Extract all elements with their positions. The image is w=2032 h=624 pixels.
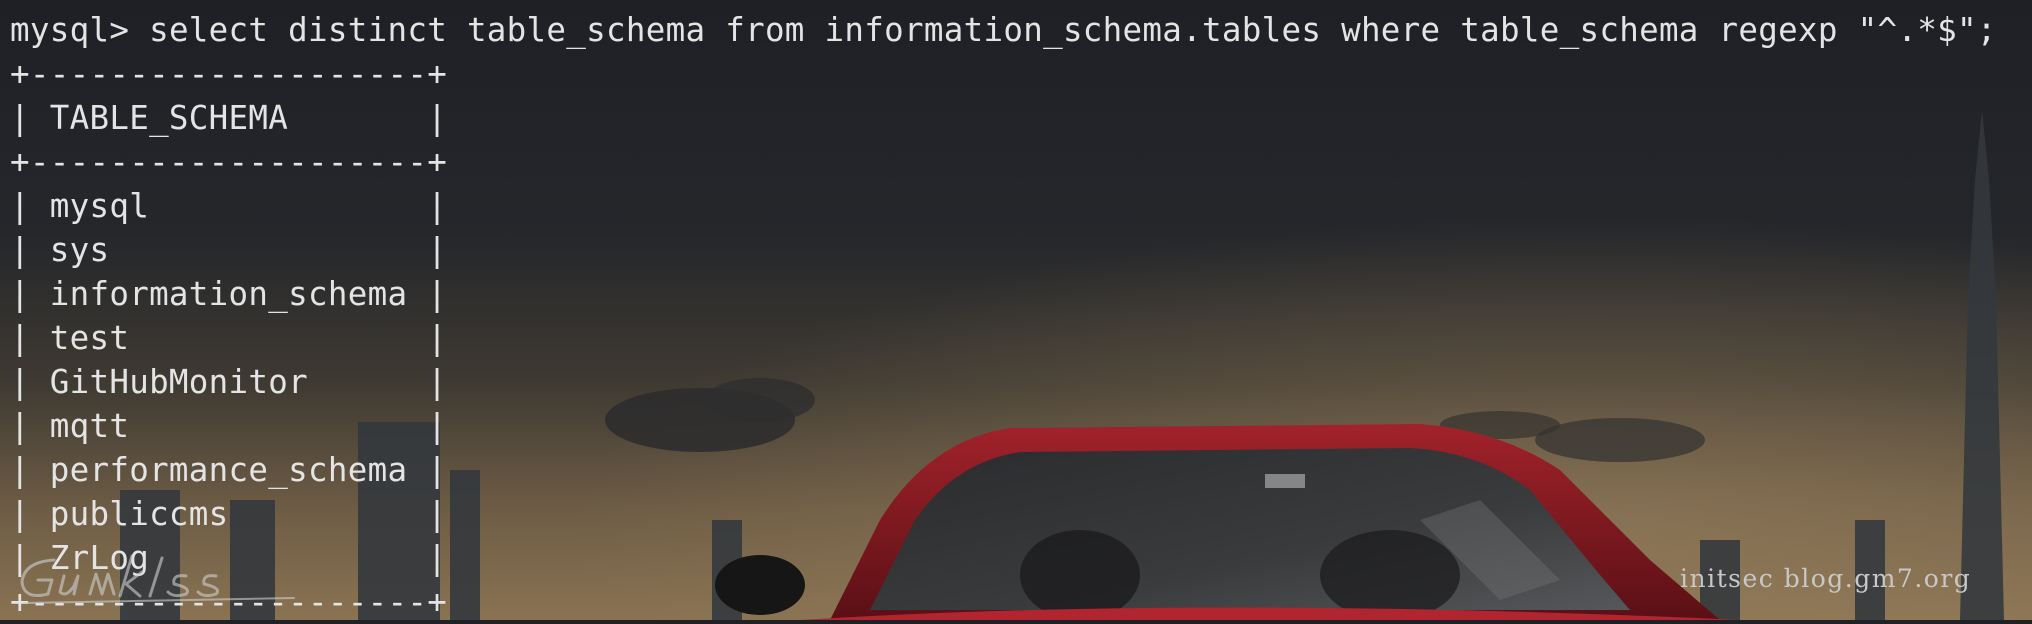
mysql-prompt: mysql> (10, 11, 150, 49)
table-row: | mysql | (10, 187, 448, 225)
signature-watermark (20, 554, 295, 604)
table-row: | test | (10, 319, 448, 357)
table-row: | GitHubMonitor | (10, 363, 448, 401)
table-row: | mqtt | (10, 407, 448, 445)
table-row: | sys | (10, 231, 448, 269)
table-row: | performance_schema | (10, 451, 448, 489)
terminal-window[interactable]: mysql> select distinct table_schema from… (0, 0, 2032, 621)
table-border-top: +--------------------+ (10, 55, 448, 93)
blog-watermark: initsec blog.gm7.org (1680, 564, 1972, 593)
table-header: | TABLE_SCHEMA | (10, 99, 448, 137)
table-row: | publiccms | (10, 495, 448, 533)
sql-command: select distinct table_schema from inform… (149, 11, 1997, 49)
command-line: mysql> select distinct table_schema from… (10, 8, 2032, 52)
table-row: | information_schema | (10, 275, 448, 313)
table-border-header: +--------------------+ (10, 143, 448, 181)
